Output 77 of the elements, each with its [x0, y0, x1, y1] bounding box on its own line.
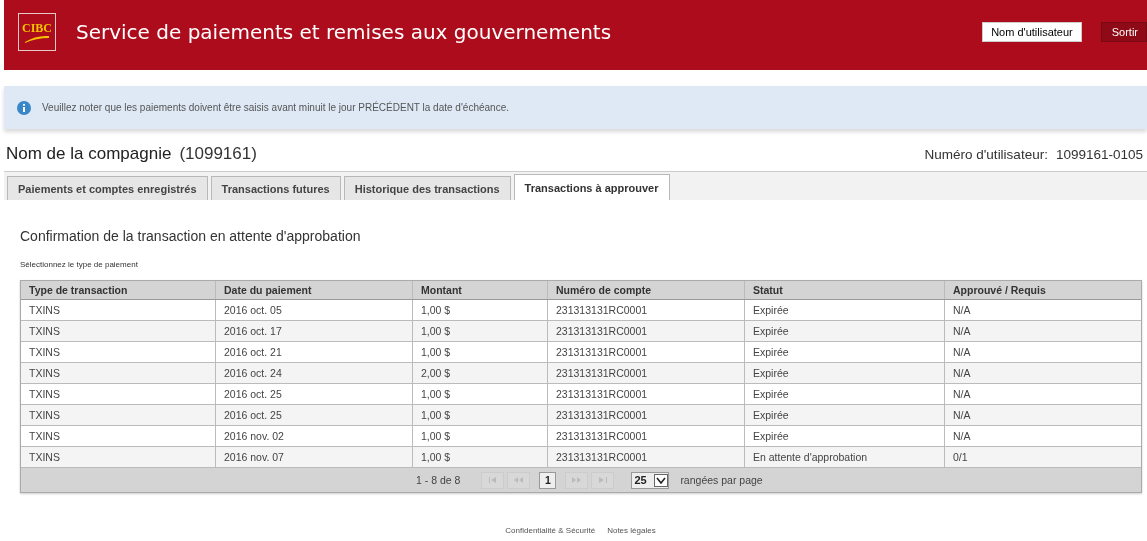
table-cell: 231313131RC0001	[548, 300, 745, 320]
column-header: Statut	[745, 281, 945, 299]
table-cell-text: 0/1	[952, 450, 969, 465]
table-cell: Expirée	[745, 342, 945, 362]
table-cell: Expirée	[745, 384, 945, 404]
table-cell: Expirée	[745, 300, 945, 320]
footer-link[interactable]: Confidentialité & Sécurité	[505, 526, 596, 535]
table-cell: TXINS	[21, 447, 216, 467]
table-cell: Expirée	[745, 363, 945, 383]
table-cell: 2016 oct. 24	[216, 363, 413, 383]
page-size-label: rangées par page	[680, 474, 763, 486]
table-cell: TXINS	[21, 342, 216, 362]
column-header: Date du paiement	[216, 281, 413, 299]
table-cell: 1,00 $	[413, 342, 548, 362]
page-number-button[interactable]: 1	[539, 471, 557, 489]
info-icon	[17, 100, 31, 115]
record-range: 1 - 8 de 8	[416, 474, 461, 486]
caret-icon	[654, 473, 669, 487]
table-cell: 1,00 $	[413, 405, 548, 425]
username-button[interactable]: Nom d'utilisateur	[982, 22, 1082, 42]
page-size-select[interactable]: 25	[631, 471, 670, 489]
table-cell: 231313131RC0001	[548, 426, 745, 446]
table-cell: 2016 nov. 07	[216, 447, 413, 467]
tab[interactable]: Transactions à approuver	[513, 174, 670, 200]
table-cell: 231313131RC0001	[548, 363, 745, 383]
section-hint: Sélectionnez le type de paiement	[20, 260, 139, 269]
table-cell: 2016 oct. 17	[216, 321, 413, 341]
table-cell-text: N/A	[952, 429, 972, 444]
table-cell: En attente d'approbation	[745, 447, 945, 467]
table-cell: 1,00 $	[413, 426, 548, 446]
table-cell: 1,00 $	[413, 384, 548, 404]
user-number: 1099161-0105	[1055, 147, 1143, 162]
table-cell: 231313131RC0001	[548, 342, 745, 362]
column-header: Montant	[413, 281, 548, 299]
table-cell: Expirée	[745, 426, 945, 446]
table-cell: TXINS	[21, 426, 216, 446]
table-cell: TXINS	[21, 384, 216, 404]
company-number: (1099161)	[179, 144, 257, 164]
table-cell-text: N/A	[952, 408, 972, 423]
table-cell: 2016 oct. 21	[216, 342, 413, 362]
column-header: Approuvé / Requis	[952, 283, 1047, 298]
table-cell: TXINS	[21, 321, 216, 341]
tab[interactable]: Historique des transactions	[343, 176, 511, 200]
company-name: Nom de la compagnie	[6, 144, 172, 164]
table-cell: Expirée	[745, 321, 945, 341]
site-title: Service de paiements et remises aux gouvernements	[76, 20, 613, 44]
section-title: Confirmation de la transaction en attente d'approbation	[20, 228, 362, 244]
table-cell: 231313131RC0001	[548, 447, 745, 467]
table-cell: 2016 oct. 05	[216, 300, 413, 320]
column-header: Type de transaction	[21, 281, 216, 299]
table-cell: 1,00 $	[413, 447, 548, 467]
table-cell-text: N/A	[952, 324, 972, 339]
notice-text: Veuillez noter que les paiements doivent être saisis avant minuit le jour PRÉCÉDENT la date d'échéance.	[42, 102, 509, 113]
table-cell: 2016 oct. 25	[216, 384, 413, 404]
table-cell-text: N/A	[952, 387, 972, 402]
table-cell: 1,00 $	[413, 300, 548, 320]
table-cell: 2,00 $	[413, 363, 548, 383]
user-number-label: Numéro d'utilisateur:	[924, 147, 1048, 162]
table-cell: 2016 oct. 25	[216, 405, 413, 425]
table-cell: TXINS	[21, 363, 216, 383]
table-cell: 231313131RC0001	[548, 405, 745, 425]
tab[interactable]: Transactions futures	[210, 176, 341, 200]
table-cell: Expirée	[745, 405, 945, 425]
table-cell: 1,00 $	[413, 321, 548, 341]
table-cell-text: N/A	[952, 303, 972, 318]
footer-link[interactable]: Notes légales	[607, 526, 656, 535]
table-cell: 231313131RC0001	[548, 384, 745, 404]
table-cell: 2016 nov. 02	[216, 426, 413, 446]
table-cell: 231313131RC0001	[548, 321, 745, 341]
table-cell: TXINS	[21, 405, 216, 425]
table-cell-text: N/A	[952, 345, 972, 360]
tab[interactable]: Paiements et comptes enregistrés	[7, 176, 208, 200]
bank-logo: CIBC	[18, 13, 56, 51]
logout-button[interactable]: Sortir	[1100, 22, 1147, 42]
table-cell: TXINS	[21, 300, 216, 320]
table-cell-text: N/A	[952, 366, 972, 381]
column-header: Numéro de compte	[548, 281, 745, 299]
